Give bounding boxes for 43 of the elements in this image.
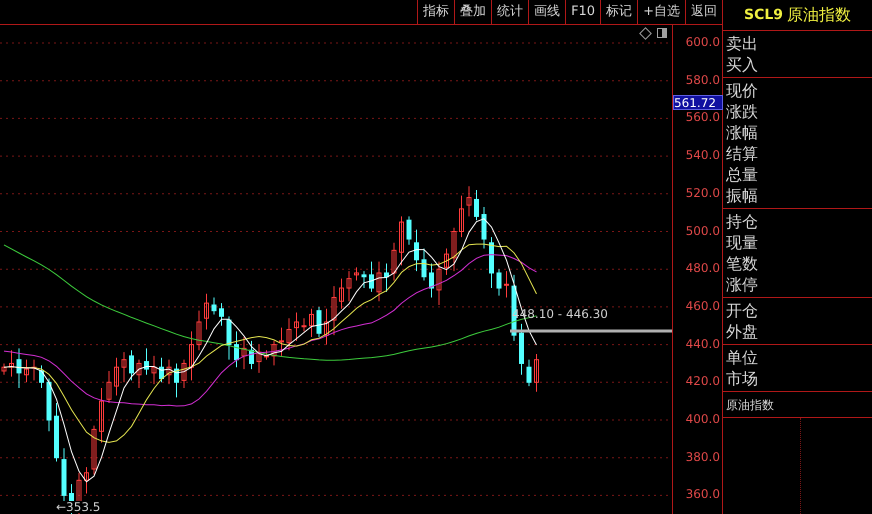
- axis-label: 580.0: [686, 74, 720, 86]
- toolbar-button[interactable]: 画线: [528, 0, 566, 24]
- quote-label: 持仓: [726, 211, 759, 232]
- instrument-name: 原油指数: [726, 396, 774, 414]
- toolbar-button[interactable]: 标记: [600, 0, 638, 24]
- quote-label: 开仓: [726, 300, 759, 321]
- quote-label: 单位: [726, 347, 759, 368]
- axis-label: 560.0: [686, 111, 720, 124]
- panel-title: 原油指数: [787, 4, 852, 26]
- axis-label: 540.0: [686, 149, 720, 162]
- toolbar-button[interactable]: 指标: [417, 0, 454, 24]
- axis-label: 600.0: [686, 36, 720, 48]
- axis-label: 460.0: [686, 300, 720, 312]
- panel-toggle-icon[interactable]: [657, 28, 667, 38]
- quote-label: 卖出: [726, 33, 759, 54]
- axis-label: 420.0: [686, 375, 720, 388]
- axis-label: 400.0: [686, 413, 720, 425]
- quote-label: 现量: [726, 232, 759, 253]
- axis-label: 440.0: [686, 338, 720, 350]
- quote-label: 涨跌: [726, 101, 759, 122]
- quote-label: 笔数: [726, 253, 759, 274]
- quote-label: 涨幅: [726, 122, 759, 143]
- quote-label: 涨停: [726, 274, 759, 295]
- current-price-tag: 561.72: [673, 95, 723, 110]
- quote-label: 现价: [726, 80, 759, 101]
- axis-label: 360.0: [686, 488, 720, 500]
- axis-label: 480.0: [686, 262, 720, 274]
- toolbar-button[interactable]: 统计: [491, 0, 528, 24]
- axis-label: 500.0: [686, 224, 720, 236]
- toolbar-button[interactable]: +自选: [637, 0, 685, 24]
- low-label: ←353.5: [56, 501, 100, 513]
- quote-label: 买入: [726, 54, 759, 75]
- quote-label: 结算: [726, 143, 759, 164]
- toolbar-button[interactable]: F10: [565, 0, 600, 24]
- quote-label: 振幅: [726, 185, 759, 206]
- toolbar-button[interactable]: 返回: [685, 0, 722, 24]
- quote-label: 外盘: [726, 321, 759, 342]
- instrument-code: SCL9: [744, 6, 784, 24]
- axis-label: 380.0: [686, 450, 720, 463]
- quote-label: 总量: [726, 164, 759, 185]
- toolbar-button[interactable]: 叠加: [454, 0, 492, 24]
- quote-label: 市场: [726, 368, 759, 389]
- axis-label: 520.0: [686, 186, 720, 199]
